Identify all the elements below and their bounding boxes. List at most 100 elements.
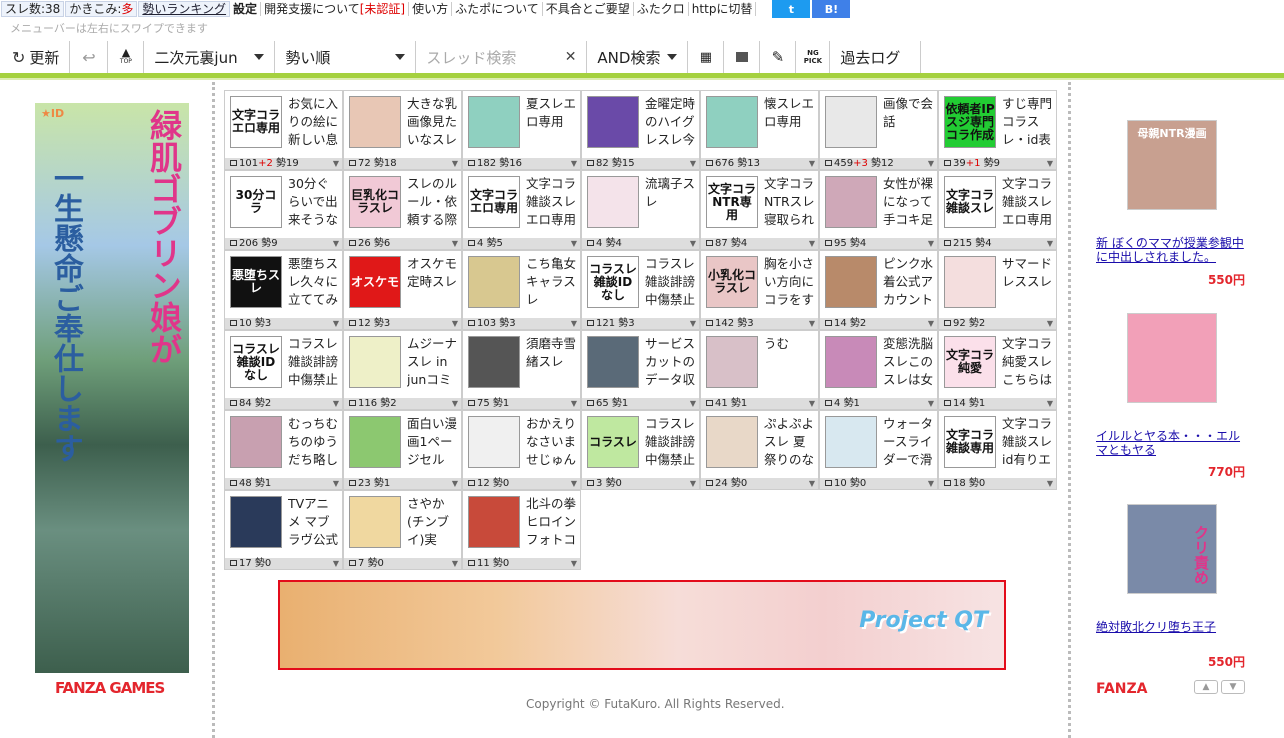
thread-cell[interactable]: こち亀女キャラスレ 103 勢3 ▼ (462, 250, 581, 330)
dropdown-arrow-icon[interactable]: ▼ (809, 398, 815, 409)
thread-cell[interactable]: ウォータースライダーで滑 10 勢0 ▼ (819, 410, 938, 490)
dropdown-arrow-icon[interactable]: ▼ (452, 318, 458, 329)
thread-thumbnail[interactable] (230, 416, 282, 468)
dropdown-arrow-icon[interactable]: ▼ (333, 318, 339, 329)
thread-thumbnail[interactable] (468, 496, 520, 548)
ad-title[interactable]: 絶対敗北クリ堕ち王子 (1096, 620, 1246, 634)
thread-thumbnail[interactable]: 文字コラNTR専用 (706, 176, 758, 228)
thread-cell[interactable]: 流璃子スレ 4 勢4 ▼ (581, 170, 700, 250)
thread-cell[interactable]: うむ 41 勢1 ▼ (700, 330, 819, 410)
bugs-link[interactable]: 不具合とご要望 (543, 2, 634, 16)
back-button[interactable]: ↩ (70, 41, 109, 73)
ranking-link[interactable]: 勢いランキング (138, 1, 231, 17)
thread-thumbnail[interactable] (825, 416, 877, 468)
thread-thumbnail[interactable]: 文字コラ雑談専用 (944, 416, 996, 468)
thread-cell[interactable]: コラスレ雑談IDなし コラスレ雑談誹謗中傷禁止 121 勢3 ▼ (581, 250, 700, 330)
thread-thumbnail[interactable] (587, 336, 639, 388)
thread-thumbnail[interactable] (349, 336, 401, 388)
thread-cell[interactable]: ピンク水着公式アカウント 14 勢2 ▼ (819, 250, 938, 330)
thread-thumbnail[interactable] (825, 256, 877, 308)
thread-cell[interactable]: さやか(チンブイ)実 7 勢0 ▼ (343, 490, 462, 570)
thread-cell[interactable]: むっちむちのゆうだち略し 48 勢1 ▼ (224, 410, 343, 490)
thread-cell[interactable]: 小乳化コラスレ 胸を小さい方向にコラをす 142 勢3 ▼ (700, 250, 819, 330)
thread-title[interactable]: お気に入りの絵に新しい息 (288, 95, 340, 149)
ng-pick-button[interactable]: NG PICK (796, 41, 831, 73)
thread-thumbnail[interactable]: コラスレ雑談IDなし (587, 256, 639, 308)
dropdown-arrow-icon[interactable]: ▼ (571, 478, 577, 489)
fanza-games-logo[interactable]: FANZA GAMES (55, 679, 165, 697)
bottom-banner-ad[interactable]: Project QT (278, 580, 1006, 670)
thread-title[interactable]: ムジーナスレ in junコミ (407, 335, 459, 389)
hatena-share-button[interactable]: B! (812, 0, 851, 18)
dropdown-arrow-icon[interactable]: ▼ (571, 398, 577, 409)
thread-thumbnail[interactable] (944, 256, 996, 308)
thread-title[interactable]: 文字コラ雑談スレエロ専用 (1002, 175, 1054, 229)
thread-cell[interactable]: 文字コラエロ専用 お気に入りの絵に新しい息 101+2 勢19 ▼ (224, 90, 343, 170)
thread-cell[interactable]: 変態洗脳スレこのスレは女 4 勢1 ▼ (819, 330, 938, 410)
thread-title[interactable]: 30分ぐらいで出来そうなコ (288, 175, 340, 229)
dropdown-arrow-icon[interactable]: ▼ (928, 478, 934, 489)
board-select[interactable]: 二次元裏jun (144, 41, 276, 73)
thread-thumbnail[interactable]: オスケモ (349, 256, 401, 308)
thread-thumbnail[interactable] (468, 96, 520, 148)
thread-title[interactable]: すじ専門コラスレ・id表 (1002, 95, 1054, 149)
thread-title[interactable]: 流璃子スレ (645, 175, 697, 229)
thread-title[interactable]: 胸を小さい方向にコラをす (764, 255, 816, 309)
thread-thumbnail[interactable] (468, 416, 520, 468)
thread-thumbnail[interactable] (349, 496, 401, 548)
thread-cell[interactable]: 文字コラ雑談スレ 文字コラ雑談スレエロ専用 215 勢4 ▼ (938, 170, 1057, 250)
thread-cell[interactable]: 文字コラエロ専用 文字コラ雑談スレエロ専用 4 勢5 ▼ (462, 170, 581, 250)
thread-title[interactable]: さやか(チンブイ)実 (407, 495, 459, 549)
dropdown-arrow-icon[interactable]: ▼ (690, 238, 696, 249)
thread-title[interactable]: おかえりなさいませじゅん (526, 415, 578, 469)
thread-cell[interactable]: 巨乳化コラスレ スレのルール・依頼する際 26 勢6 ▼ (343, 170, 462, 250)
scroll-down-button[interactable]: ▼ (1221, 680, 1245, 694)
thread-title[interactable]: こち亀女キャラスレ (526, 255, 578, 309)
thread-thumbnail[interactable]: 小乳化コラスレ (706, 256, 758, 308)
dropdown-arrow-icon[interactable]: ▼ (571, 558, 577, 569)
about-link[interactable]: ふたポについて (452, 2, 543, 16)
thread-cell[interactable]: ぷよぷよスレ 夏祭りのな 24 勢0 ▼ (700, 410, 819, 490)
thread-title[interactable]: 面白い漫画1ページセルク、 (407, 415, 459, 469)
thread-title[interactable]: 北斗の拳ヒロインフォトコ (526, 495, 578, 549)
dropdown-arrow-icon[interactable]: ▼ (452, 238, 458, 249)
thread-cell[interactable]: 大きな乳画像見たいなスレ 72 勢18 ▼ (343, 90, 462, 170)
thread-thumbnail[interactable] (587, 96, 639, 148)
thread-title[interactable]: 文字コラNTRスレ寝取られ (764, 175, 816, 229)
dropdown-arrow-icon[interactable]: ▼ (1047, 158, 1053, 169)
thread-cell[interactable]: コラスレ コラスレ雑談誹謗中傷禁止 3 勢0 ▼ (581, 410, 700, 490)
thread-title[interactable]: 夏スレエロ専用 (526, 95, 578, 149)
thread-thumbnail[interactable]: 文字コラ雑談スレ (944, 176, 996, 228)
ad-title[interactable]: イルルとヤる本・・・エルマともヤる (1096, 429, 1246, 457)
thread-title[interactable]: 画像で会話 (883, 95, 935, 149)
dropdown-arrow-icon[interactable]: ▼ (1047, 478, 1053, 489)
thread-thumbnail[interactable] (825, 336, 877, 388)
thread-cell[interactable]: 金曜定時のハイグレスレ今 82 勢15 ▼ (581, 90, 700, 170)
thread-title[interactable]: 大きな乳画像見たいなスレ (407, 95, 459, 149)
grid-view-button[interactable]: ▦ (688, 41, 725, 73)
clear-icon[interactable]: ✕ (565, 49, 577, 65)
dropdown-arrow-icon[interactable]: ▼ (928, 318, 934, 329)
thread-title[interactable]: 女性が裸になって手コキ足 (883, 175, 935, 229)
thread-title[interactable]: 悪堕ちスレ久々に立ててみ (288, 255, 340, 309)
thread-title[interactable]: スレのルール・依頼する際 (407, 175, 459, 229)
thread-cell[interactable]: 女性が裸になって手コキ足 95 勢4 ▼ (819, 170, 938, 250)
dropdown-arrow-icon[interactable]: ▼ (1047, 398, 1053, 409)
devsupport-link[interactable]: 開発支援について[未認証] (261, 2, 410, 16)
settings-link[interactable]: 設定 (230, 2, 262, 16)
thread-cell[interactable]: 面白い漫画1ページセルク、 23 勢1 ▼ (343, 410, 462, 490)
thread-title[interactable]: 変態洗脳スレこのスレは女 (883, 335, 935, 389)
thread-title[interactable]: 文字コラ雑談スレid有りエ (1002, 415, 1054, 469)
thread-title[interactable]: サマードレススレ (1002, 255, 1054, 309)
dropdown-arrow-icon[interactable]: ▼ (928, 398, 934, 409)
thread-title[interactable]: オスケモ定時スレ (407, 255, 459, 309)
dropdown-arrow-icon[interactable]: ▼ (690, 398, 696, 409)
futakuro-link[interactable]: ふたクロ (634, 2, 689, 16)
left-game-ad[interactable]: ★ID 緑肌ゴブリン娘が 一生懸命ご奉仕します (35, 103, 189, 673)
image-view-button[interactable] (724, 41, 761, 73)
thread-cell[interactable]: 文字コラ純愛 文字コラ純愛スレこちらは 14 勢1 ▼ (938, 330, 1057, 410)
thread-cell[interactable]: 悪堕ちスレ 悪堕ちスレ久々に立ててみ 10 勢3 ▼ (224, 250, 343, 330)
search-mode-select[interactable]: AND検索 (587, 41, 689, 73)
ad-thumbnail[interactable]: クリ責め (1127, 504, 1217, 594)
thread-cell[interactable]: 30分コラ 30分ぐらいで出来そうなコ 206 勢9 ▼ (224, 170, 343, 250)
